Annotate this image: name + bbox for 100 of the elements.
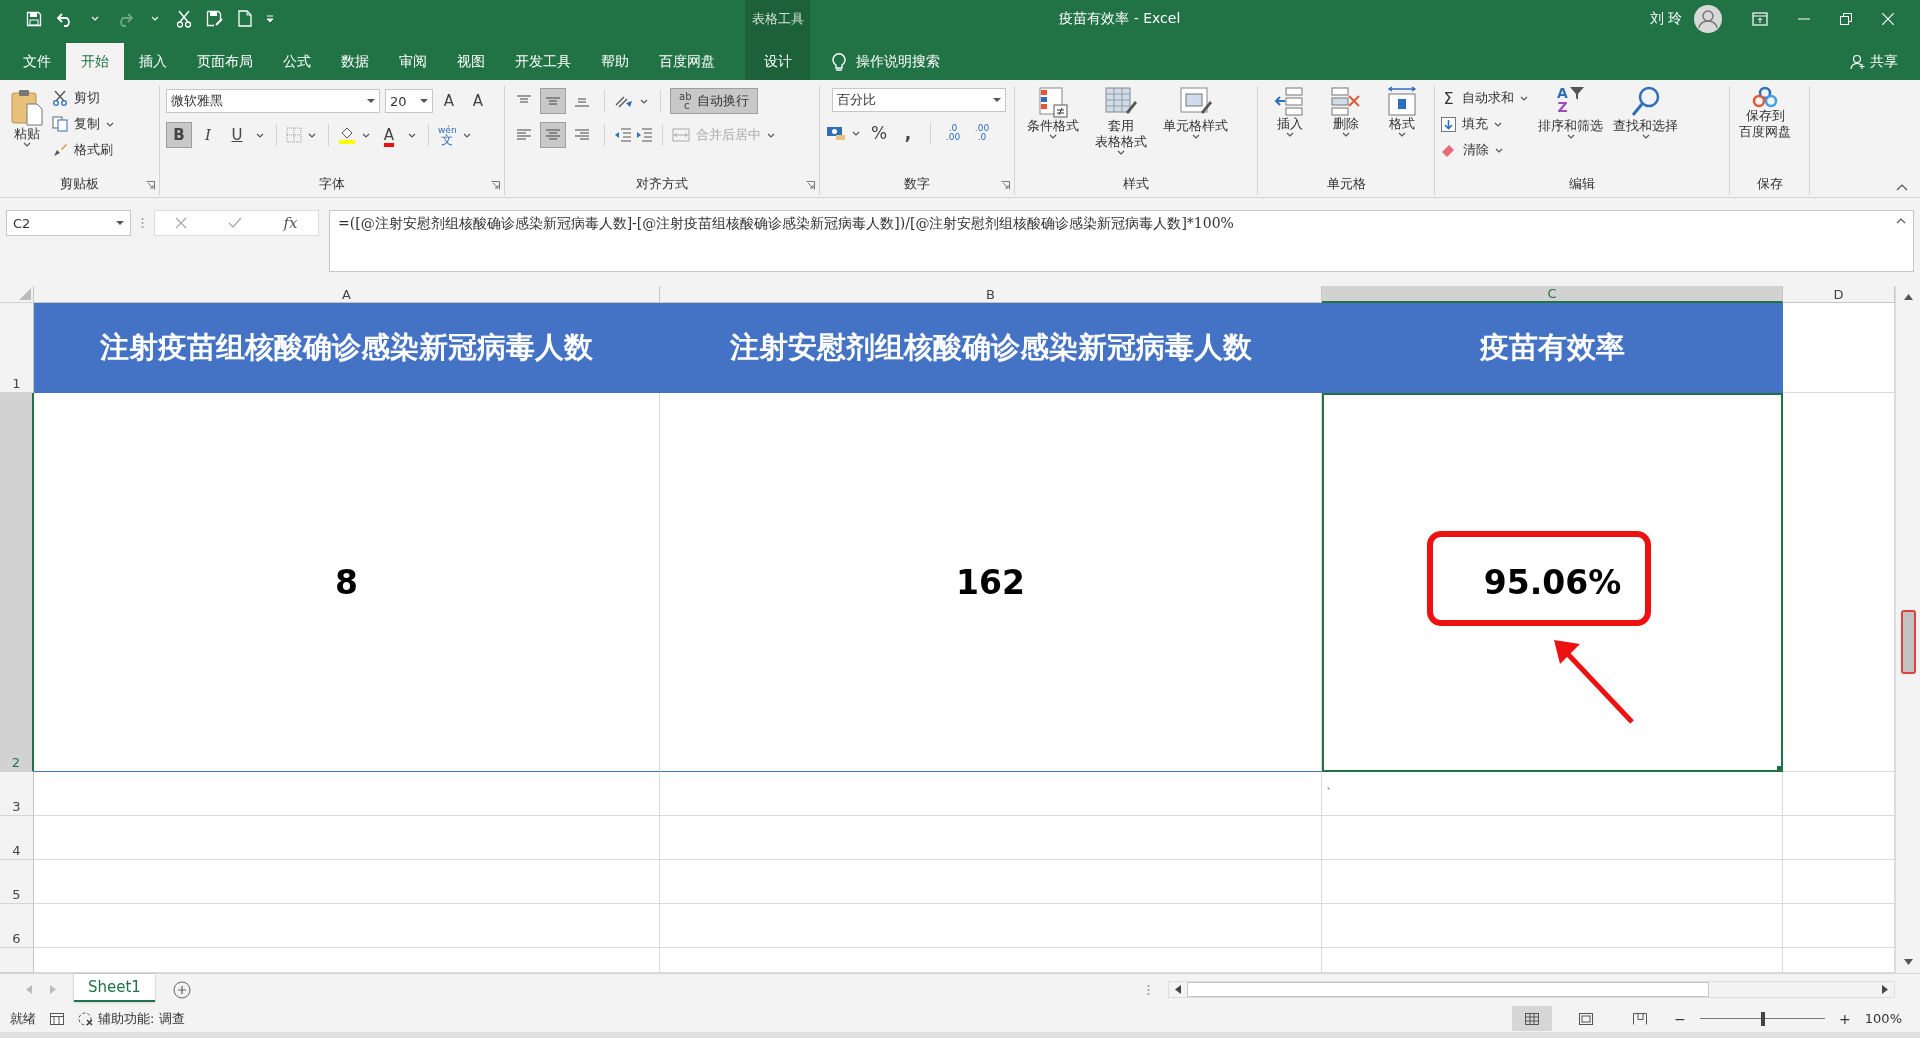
insert-function-button[interactable]: fx	[283, 214, 298, 232]
save-to-cloud-button[interactable]: 保存到 百度网盘	[1736, 86, 1794, 140]
zoom-thumb[interactable]	[1760, 1011, 1765, 1026]
paste-button[interactable]: 粘贴	[6, 86, 48, 149]
ribbon-tab[interactable]: 文件	[8, 43, 66, 80]
decrease-indent-icon[interactable]	[614, 127, 632, 143]
checkmark-icon[interactable]	[228, 217, 243, 229]
ribbon-tab[interactable]: 公式	[268, 43, 326, 80]
share-button[interactable]: 共享	[1850, 43, 1898, 80]
caret-icon[interactable]	[1049, 134, 1057, 139]
scroll-thumb[interactable]	[1187, 982, 1709, 997]
table-cell[interactable]: 、	[1322, 772, 1783, 816]
caret-icon[interactable]	[106, 121, 114, 127]
ribbon-tab[interactable]: 帮助	[586, 43, 644, 80]
dialog-launcher-icon[interactable]	[491, 181, 500, 190]
ribbon-tab[interactable]: 数据	[326, 43, 384, 80]
ribbon-tab[interactable]: 百度网盘	[644, 43, 730, 80]
dialog-launcher-icon[interactable]	[806, 181, 815, 190]
increase-decimal-button[interactable]: .0 .00	[940, 124, 966, 142]
fill-color-icon[interactable]	[338, 126, 356, 144]
drag-handle-icon[interactable]	[141, 217, 144, 229]
format-painter-button[interactable]: 格式刷	[52, 140, 117, 160]
ribbon-display-icon[interactable]	[1752, 11, 1768, 26]
save-as-icon[interactable]	[206, 10, 224, 27]
caret-icon[interactable]	[1520, 95, 1528, 101]
caret-icon[interactable]	[23, 142, 31, 147]
column-header[interactable]: C	[1322, 286, 1783, 303]
caret-icon[interactable]	[1286, 132, 1294, 137]
add-sheet-icon[interactable]	[172, 980, 191, 999]
formula-field[interactable]: =([@注射安慰剂组核酸确诊感染新冠病毒人数]-[@注射疫苗组核酸确诊感染新冠病毒人数])/[@注射安慰剂组核酸确诊感染新冠病毒人数]*100%	[329, 210, 1914, 272]
empty-cell[interactable]	[660, 816, 1322, 860]
scroll-thumb[interactable]	[1900, 610, 1916, 674]
save-icon[interactable]	[26, 10, 42, 27]
format-button[interactable]: 格式	[1376, 86, 1428, 137]
table-cell[interactable]: 95.06%	[1322, 393, 1783, 772]
font-size-dropdown[interactable]: 20	[385, 89, 433, 113]
caret-icon[interactable]	[362, 132, 370, 138]
header-cell[interactable]: 注射安慰剂组核酸确诊感染新冠病毒人数	[660, 303, 1322, 393]
header-cell[interactable]: 疫苗有效率	[1322, 303, 1783, 393]
dropdown-arrow-icon[interactable]	[116, 220, 124, 226]
scroll-up-icon[interactable]	[1903, 294, 1913, 300]
caret-icon[interactable]	[1398, 132, 1406, 137]
caret-icon[interactable]	[852, 130, 860, 136]
ribbon-tab[interactable]: 插入	[124, 43, 182, 80]
cut-button[interactable]: 剪切	[52, 88, 117, 108]
zoom-level[interactable]: 100%	[1864, 1011, 1902, 1026]
tell-me-search[interactable]: 操作说明搜索	[856, 52, 940, 71]
ribbon-tab[interactable]: 设计	[745, 37, 810, 80]
dialog-launcher-icon[interactable]	[1001, 181, 1010, 190]
caret-icon[interactable]	[408, 132, 416, 138]
accessibility-status[interactable]: 辅助功能: 调查	[98, 1009, 185, 1028]
currency-icon[interactable]	[826, 125, 846, 141]
zoom-out-button[interactable]: −	[1674, 1010, 1687, 1027]
name-box[interactable]: C2	[6, 210, 131, 236]
caret-icon[interactable]	[1342, 132, 1350, 137]
underline-button[interactable]: U	[224, 122, 250, 148]
caret-icon[interactable]	[1566, 134, 1575, 139]
format-as-table-button[interactable]: 套用 表格格式	[1089, 86, 1153, 155]
row-header[interactable]: 5	[0, 860, 34, 904]
conditional-format-button[interactable]: 条件格式	[1021, 86, 1085, 139]
empty-cell[interactable]	[660, 860, 1322, 904]
row-header[interactable]: 1	[0, 303, 34, 393]
collapse-ribbon-icon[interactable]	[1896, 184, 1908, 191]
font-color-button[interactable]: A	[376, 122, 402, 148]
caret-icon[interactable]	[1495, 147, 1503, 153]
caret-icon[interactable]	[1191, 134, 1200, 139]
scroll-right-icon[interactable]	[1882, 985, 1888, 994]
copy-button[interactable]: 复制	[52, 114, 100, 134]
close-icon[interactable]	[1882, 12, 1894, 25]
header-cell[interactable]: 注射疫苗组核酸确诊感染新冠病毒人数	[34, 303, 660, 393]
ribbon-tab[interactable]: 开始	[66, 43, 124, 80]
caret-icon[interactable]	[1641, 134, 1650, 139]
caret-icon[interactable]	[256, 132, 264, 138]
cell-styles-button[interactable]: 单元格样式	[1157, 86, 1234, 139]
new-document-icon[interactable]	[238, 10, 252, 27]
increase-indent-icon[interactable]	[635, 127, 653, 143]
column-header[interactable]: A	[34, 286, 660, 303]
scissors-icon[interactable]	[176, 9, 192, 28]
empty-cell[interactable]	[660, 772, 1322, 816]
dialog-launcher-icon[interactable]	[146, 181, 155, 190]
caret-icon[interactable]	[640, 98, 648, 104]
caret-icon[interactable]	[462, 132, 471, 138]
table-cell[interactable]: 8	[34, 393, 660, 772]
macro-record-icon[interactable]	[50, 1012, 64, 1025]
dropdown-arrow-icon[interactable]	[420, 98, 428, 104]
dropdown-arrow-icon[interactable]	[993, 97, 1001, 103]
zoom-in-button[interactable]: +	[1839, 1010, 1851, 1027]
sheet-tab[interactable]: Sheet1	[74, 974, 155, 1002]
row-header[interactable]: 3	[0, 772, 34, 816]
vertical-scrollbar[interactable]	[1895, 286, 1920, 973]
row-header[interactable]: 2	[0, 393, 34, 772]
column-header[interactable]: B	[660, 286, 1322, 303]
row-header[interactable]: 4	[0, 816, 34, 860]
caret-icon[interactable]	[1117, 150, 1125, 155]
percent-style-button[interactable]: %	[866, 120, 892, 146]
ribbon-tab[interactable]: 页面布局	[182, 43, 268, 80]
caret-icon[interactable]	[767, 132, 775, 138]
ribbon-tab[interactable]: 审阅	[384, 43, 442, 80]
scroll-down-icon[interactable]	[1903, 959, 1913, 965]
empty-cell[interactable]	[1322, 860, 1783, 904]
